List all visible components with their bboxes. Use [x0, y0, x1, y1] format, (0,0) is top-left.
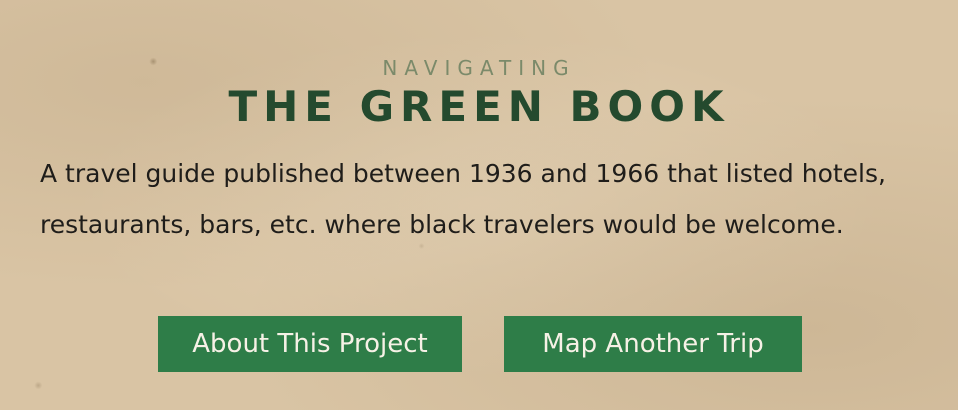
map-another-trip-button[interactable]: Map Another Trip	[504, 316, 802, 372]
hero-section: NAVIGATING THE GREEN BOOK A travel guide…	[0, 0, 958, 410]
page-title: THE GREEN BOOK	[228, 82, 730, 131]
hero-description: A travel guide published between 1936 an…	[40, 159, 886, 239]
about-project-button[interactable]: About This Project	[158, 316, 462, 372]
hero-eyebrow: NAVIGATING	[382, 56, 576, 80]
